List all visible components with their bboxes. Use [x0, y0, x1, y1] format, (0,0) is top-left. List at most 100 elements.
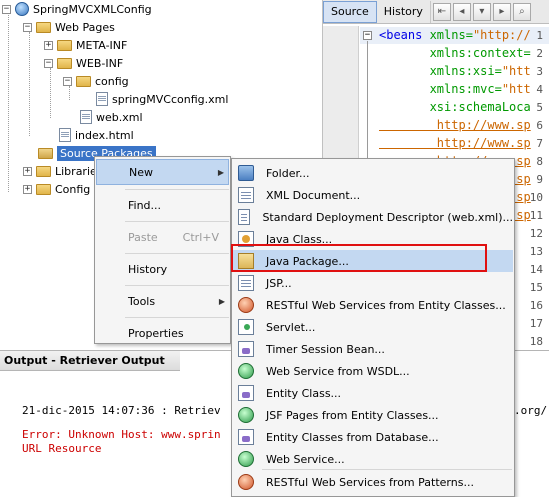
output-tab-title[interactable]: Output - Retriever Output	[0, 351, 180, 371]
forward-icon[interactable]: ▸	[492, 2, 511, 21]
last-edit-icon[interactable]: ⇤	[432, 2, 451, 21]
expand-toggle[interactable]: +	[23, 184, 32, 194]
code-line: http://www.sp	[379, 118, 531, 132]
submenu-item-timer-session-bean[interactable]: Timer Session Bean...	[233, 338, 513, 360]
menu-item-tools[interactable]: Tools ▶	[96, 288, 229, 314]
submenu-item-jsp[interactable]: JSP...	[233, 272, 513, 294]
submenu-item-entity-class[interactable]: Entity Class...	[233, 382, 513, 404]
tree-node-web-inf[interactable]: − WEB-INF	[44, 54, 123, 72]
folder-icon	[76, 75, 91, 87]
code-token-attr: xmlns:mvc=	[379, 82, 502, 96]
configuration-files-icon	[36, 183, 51, 195]
session-bean-icon	[238, 341, 254, 357]
java-package-icon	[238, 253, 254, 269]
submenu-arrow-icon: ▶	[218, 296, 225, 306]
libraries-icon	[36, 165, 51, 177]
new-submenu: Folder... XML Document... Standard Deplo…	[231, 158, 515, 497]
output-line-log-tail: .org/	[514, 404, 548, 417]
expand-toggle[interactable]: +	[23, 166, 32, 176]
web-pages-folder-icon	[36, 21, 51, 33]
line-number: 16	[529, 299, 543, 312]
line-number: 14	[529, 263, 543, 276]
line-number: 12	[529, 227, 543, 240]
expand-toggle[interactable]: +	[44, 40, 53, 50]
menu-item-history[interactable]: History	[96, 256, 229, 282]
submenu-item-label: XML Document...	[266, 188, 361, 202]
web-inf-label: WEB-INF	[76, 56, 124, 70]
tree-node-meta-inf[interactable]: + META-INF	[44, 36, 127, 54]
line-number: 17	[529, 317, 543, 330]
menu-item-find[interactable]: Find...	[96, 192, 229, 218]
submenu-item-servlet[interactable]: Servlet...	[233, 316, 513, 338]
source-packages-icon	[38, 147, 53, 159]
menu-separator	[125, 253, 229, 254]
submenu-item-label: JSF Pages from Entity Classes...	[266, 408, 439, 422]
submenu-item-restful-patterns[interactable]: RESTful Web Services from Patterns...	[233, 471, 513, 493]
descriptor-icon	[238, 209, 251, 225]
menu-item-new[interactable]: New ▶	[96, 159, 229, 185]
find-icon[interactable]: ⌕	[512, 2, 531, 21]
code-line: xmlns:xsi="htt	[379, 64, 531, 78]
html-file-icon	[59, 128, 71, 142]
submenu-item-ws-from-wsdl[interactable]: Web Service from WSDL...	[233, 360, 513, 382]
tree-node-configuration[interactable]: + Config	[23, 180, 90, 198]
project-label: SpringMVCXMLConfig	[33, 2, 152, 16]
menu-item-paste: Paste Ctrl+V	[96, 224, 229, 250]
menu-separator	[125, 285, 229, 286]
submenu-item-label: Java Package...	[266, 254, 349, 268]
submenu-item-web-service[interactable]: Web Service...	[233, 448, 513, 470]
tree-node-config[interactable]: − config	[63, 72, 129, 90]
output-line-url: URL Resource	[22, 442, 102, 455]
tree-node-libraries[interactable]: + Librarie	[23, 162, 97, 180]
folder-icon	[238, 165, 254, 181]
menu-item-label: Find...	[128, 198, 162, 212]
code-line: xsi:schemaLoca	[379, 100, 531, 114]
fold-toggle[interactable]: −	[363, 31, 372, 40]
submenu-item-xml-document[interactable]: XML Document...	[233, 184, 513, 206]
submenu-item-label: RESTful Web Services from Entity Classes…	[266, 298, 506, 312]
tree-node-project[interactable]: − SpringMVCXMLConfig	[2, 0, 152, 18]
submenu-item-folder[interactable]: Folder...	[233, 162, 513, 184]
code-token-attr: xsi:schemaLoca	[379, 100, 531, 114]
menu-item-properties[interactable]: Properties	[96, 320, 229, 346]
line-number: 18	[529, 335, 543, 348]
submenu-item-jsf-pages[interactable]: JSF Pages from Entity Classes...	[233, 404, 513, 426]
entity-class-icon	[238, 385, 254, 401]
code-line: xmlns:mvc="htt	[379, 82, 531, 96]
back-icon[interactable]: ◂	[452, 2, 471, 21]
web-service-icon	[238, 363, 254, 379]
index-html-label: index.html	[75, 128, 134, 142]
xml-file-icon	[96, 92, 108, 106]
menu-item-label: New	[129, 165, 153, 179]
shortcut-label: Ctrl+V	[182, 230, 219, 244]
tab-history[interactable]: History	[377, 0, 431, 23]
menu-item-label: Paste	[128, 230, 158, 244]
submenu-item-java-class[interactable]: Java Class...	[233, 228, 513, 250]
code-token-attr: xmlns:xsi=	[379, 64, 502, 78]
collapse-toggle[interactable]: −	[63, 76, 72, 86]
submenu-item-entity-from-db[interactable]: Entity Classes from Database...	[233, 426, 513, 448]
menu-separator	[125, 317, 229, 318]
code-line: xmlns:context=	[379, 46, 531, 60]
submenu-item-java-package[interactable]: Java Package...	[233, 250, 513, 272]
submenu-item-label: JSP...	[266, 276, 292, 290]
tree-node-spring-config[interactable]: springMVCconfig.xml	[96, 90, 228, 108]
menu-item-label: Properties	[128, 326, 184, 340]
submenu-item-deployment-descriptor[interactable]: Standard Deployment Descriptor (web.xml)…	[233, 206, 513, 228]
editor-toolbar: Source History ⇤ ◂ ▾ ▸ ⌕	[323, 0, 549, 24]
submenu-item-label: Standard Deployment Descriptor (web.xml)…	[262, 210, 513, 224]
back-dropdown-icon[interactable]: ▾	[472, 2, 491, 21]
collapse-toggle[interactable]: −	[2, 4, 11, 14]
tree-node-web-xml[interactable]: web.xml	[80, 108, 143, 126]
context-menu: New ▶ Find... Paste Ctrl+V History Tools…	[94, 156, 231, 344]
collapse-toggle[interactable]: −	[23, 22, 32, 32]
folder-icon	[57, 57, 72, 69]
tab-source[interactable]: Source	[323, 0, 377, 23]
tree-node-index-html[interactable]: index.html	[59, 126, 134, 144]
tree-node-web-pages[interactable]: − Web Pages	[23, 18, 115, 36]
collapse-toggle[interactable]: −	[44, 58, 53, 68]
configuration-label: Config	[55, 182, 91, 196]
code-token-tag: <beans	[379, 28, 423, 42]
submenu-item-restful-entity[interactable]: RESTful Web Services from Entity Classes…	[233, 294, 513, 316]
submenu-item-label: Web Service from WSDL...	[266, 364, 410, 378]
